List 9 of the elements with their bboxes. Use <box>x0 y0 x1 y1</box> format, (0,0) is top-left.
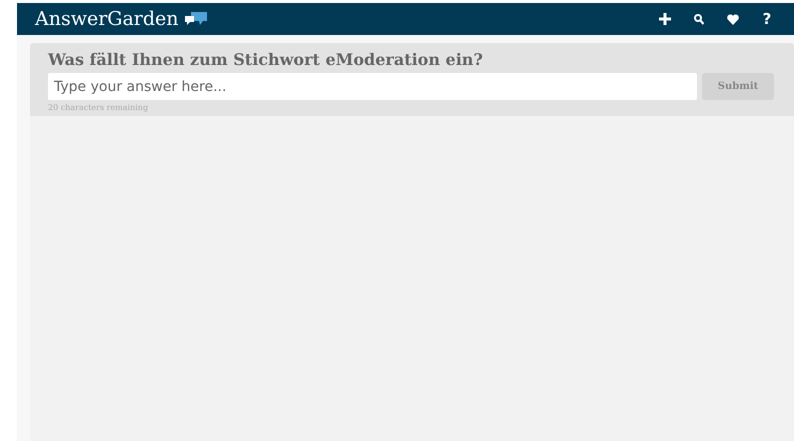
character-counter: 20 characters remaining <box>48 103 150 112</box>
question-title: Was fällt Ihnen zum Stichwort eModeration ein? <box>48 50 484 69</box>
search-icon[interactable] <box>694 14 704 24</box>
logo-text[interactable]: AnswerGarden <box>35 8 179 30</box>
heart-icon[interactable] <box>727 14 739 24</box>
help-link[interactable]: ? <box>758 10 776 28</box>
answer-field[interactable]: Type your answer here... <box>48 73 697 100</box>
speech-bubbles-icon <box>184 12 207 26</box>
plus-icon[interactable] <box>659 13 671 25</box>
